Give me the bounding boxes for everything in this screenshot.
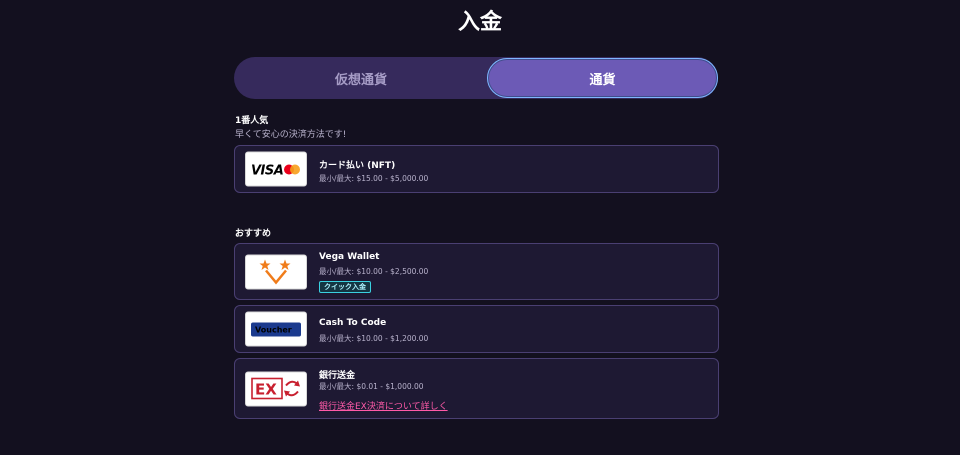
payment-method-card-vega-wallet[interactable]: Vega Wallet 最小/最大: $10.00 - $2,500.00 クイ… bbox=[234, 243, 719, 300]
popular-heading: 1番人気 bbox=[235, 116, 269, 126]
payment-method-card-bank-transfer[interactable]: EX 銀行送金 最小/最大: $0.01 - $1,000.00 銀行送金EX決… bbox=[234, 358, 719, 419]
page-title: 入金 bbox=[457, 10, 502, 35]
bank-transfer-info-link[interactable]: 銀行送金EX決済について詳しく bbox=[319, 399, 448, 412]
voucher-logo: Voucher bbox=[245, 311, 307, 347]
payment-method-name: Vega Wallet bbox=[319, 252, 380, 262]
svg-text:EX: EX bbox=[255, 381, 277, 399]
payment-method-card-cash-to-code[interactable]: Voucher Cash To Code 最小/最大: $10.00 - $1,… bbox=[234, 305, 719, 353]
quick-deposit-badge: クイック入金 bbox=[319, 281, 371, 293]
payment-type-tabs: 仮想通貨 通貨 bbox=[234, 57, 718, 99]
payment-method-range: 最小/最大: $0.01 - $1,000.00 bbox=[319, 382, 424, 391]
payment-method-card-nft[interactable]: VISA カード払い (NFT) 最小/最大: $15.00 - $5,000.… bbox=[234, 145, 719, 193]
payment-method-name: Cash To Code bbox=[319, 318, 387, 328]
payment-method-range: 最小/最大: $10.00 - $1,200.00 bbox=[319, 334, 429, 343]
payment-method-name: カード払い (NFT) bbox=[319, 161, 396, 171]
tab-crypto[interactable]: 仮想通貨 bbox=[234, 57, 488, 99]
visa-mastercard-logo: VISA bbox=[245, 151, 307, 187]
svg-text:VISA: VISA bbox=[251, 163, 283, 178]
payment-method-range: 最小/最大: $15.00 - $5,000.00 bbox=[319, 174, 429, 183]
recommended-heading: おすすめ bbox=[235, 229, 272, 239]
vega-wallet-icon bbox=[259, 259, 291, 285]
bank-ex-icon: EX bbox=[251, 377, 300, 400]
payment-method-range: 最小/最大: $10.00 - $2,500.00 bbox=[319, 267, 429, 276]
voucher-icon: Voucher bbox=[251, 322, 301, 336]
visa-mastercard-icon: VISA bbox=[251, 163, 300, 178]
popular-subtitle: 早くて安心の決済方法です! bbox=[235, 130, 347, 140]
vega-wallet-logo bbox=[245, 254, 307, 289]
tab-fiat[interactable]: 通貨 bbox=[487, 58, 718, 98]
bank-ex-logo: EX bbox=[245, 371, 307, 406]
svg-text:Voucher: Voucher bbox=[255, 325, 292, 334]
payment-method-name: 銀行送金 bbox=[319, 371, 356, 381]
